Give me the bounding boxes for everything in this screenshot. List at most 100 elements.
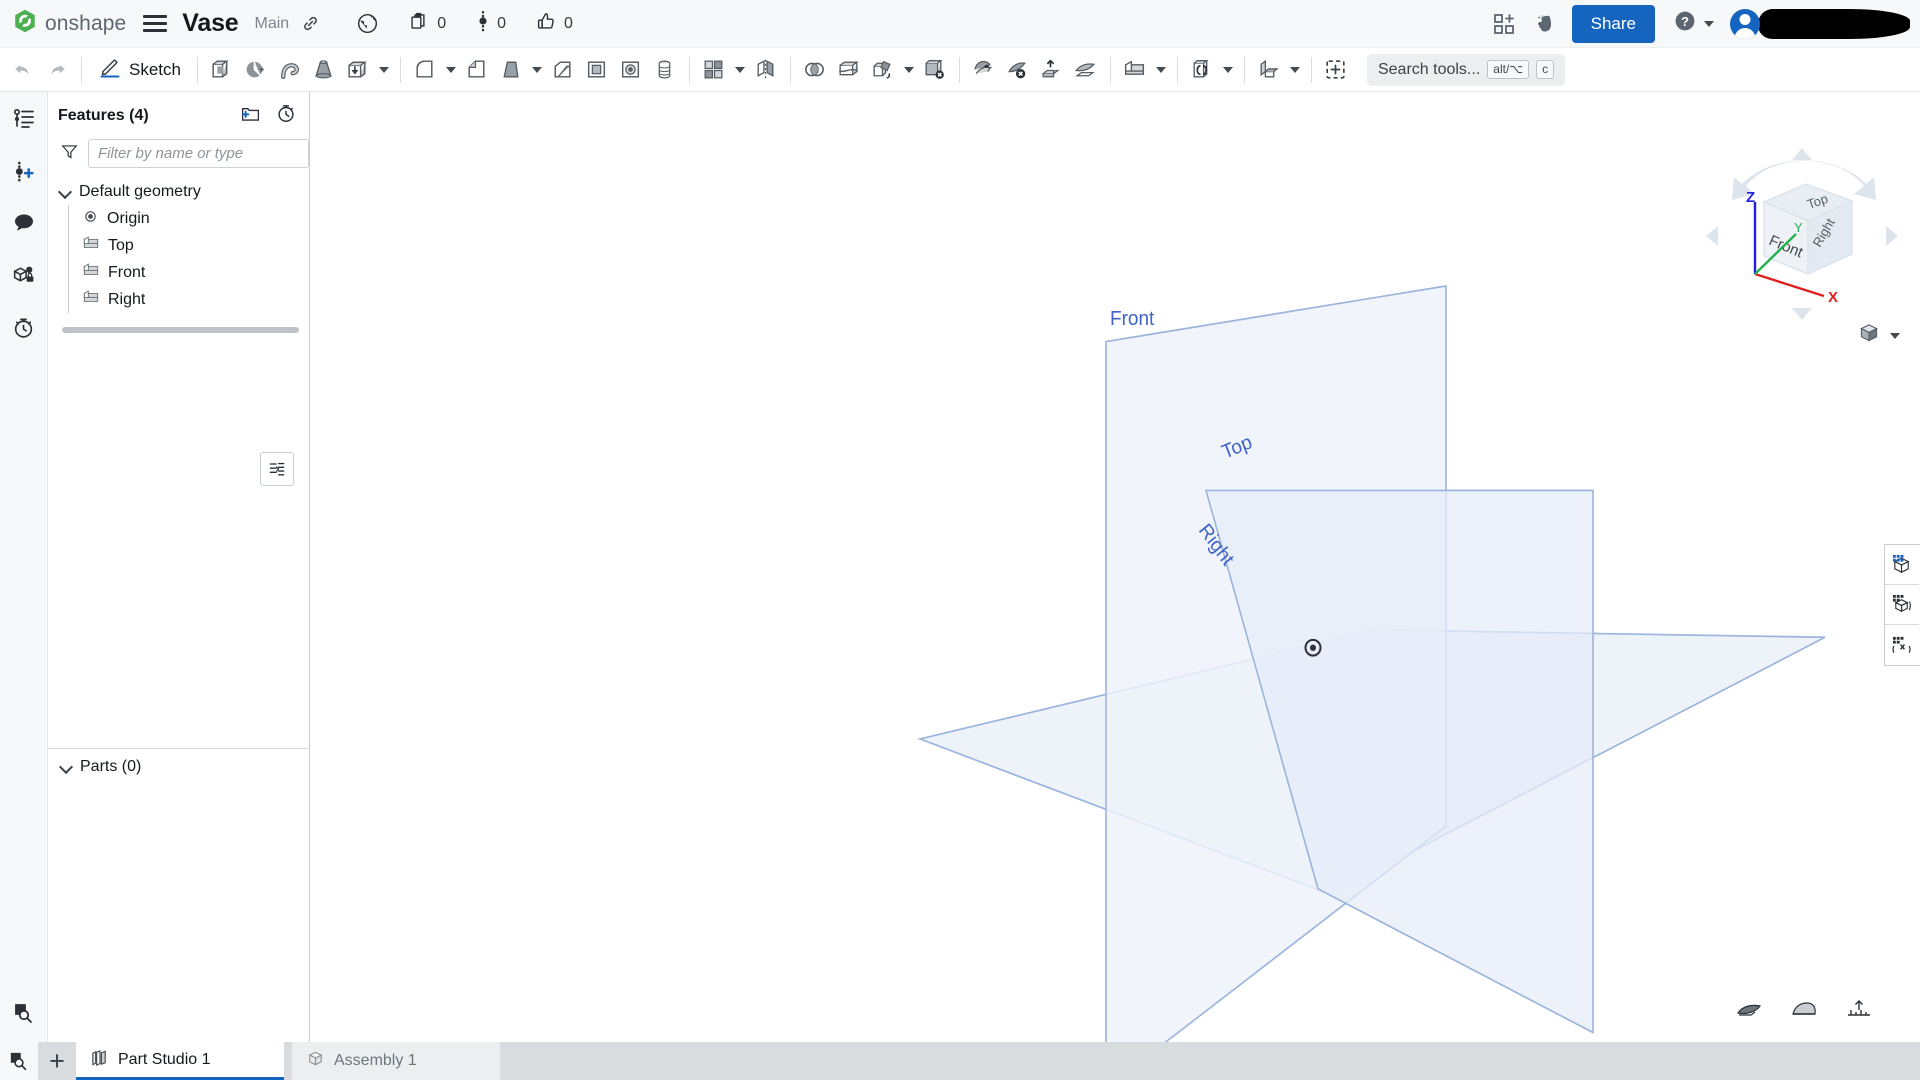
brand[interactable]: onshape <box>12 8 126 39</box>
document-title[interactable]: Vase <box>182 9 238 38</box>
plane-icon[interactable] <box>1118 53 1152 87</box>
add-tab-button[interactable]: + <box>38 1042 76 1080</box>
ai-assistant-brain-icon[interactable] <box>1534 12 1558 36</box>
help-menu[interactable]: ? <box>1673 9 1714 38</box>
axis-z-label: Z <box>1746 189 1755 206</box>
history-clock-icon[interactable] <box>7 310 41 344</box>
delete-part-icon[interactable] <box>918 53 952 87</box>
redo-button[interactable] <box>40 53 74 87</box>
thread-icon[interactable] <box>648 53 682 87</box>
measure-icon[interactable] <box>1846 998 1872 1020</box>
sketch-button[interactable]: Sketch <box>89 51 190 88</box>
offset-surface-icon[interactable] <box>1069 53 1103 87</box>
replace-face-icon[interactable] <box>1035 53 1069 87</box>
search-magnifier-icon[interactable] <box>7 996 41 1030</box>
copies-counter[interactable]: 0 <box>409 11 446 37</box>
link-icon[interactable] <box>301 14 320 33</box>
toolbar-divider <box>81 56 82 83</box>
sketch-label: Sketch <box>129 59 181 79</box>
transform-dropdown-caret-icon[interactable] <box>900 53 918 87</box>
section-view-icon[interactable] <box>1736 998 1762 1020</box>
new-folder-icon[interactable] <box>240 103 261 129</box>
search-tab-icon[interactable] <box>0 1042 38 1080</box>
likes-counter[interactable]: 0 <box>536 11 573 37</box>
chamfer-icon[interactable] <box>460 53 494 87</box>
add-version-icon[interactable] <box>7 154 41 188</box>
plane-icon <box>83 235 99 256</box>
add-app-grid-icon[interactable] <box>1492 12 1516 36</box>
origin-point-icon <box>83 209 98 229</box>
search-tools-box[interactable]: Search tools... alt/⌥ c <box>1366 53 1566 86</box>
panel-spacer <box>48 333 309 748</box>
tab-label: Part Studio 1 <box>118 1050 211 1068</box>
shell-icon[interactable] <box>580 53 614 87</box>
revolve-icon[interactable] <box>239 53 273 87</box>
tree-item-top[interactable]: Top <box>69 232 309 259</box>
sheet-metal-dropdown-caret-icon[interactable] <box>1286 53 1304 87</box>
split-icon[interactable] <box>832 53 866 87</box>
onshape-app: onshape Vase Main 0 0 0 Share ? Sketch S… <box>0 0 1920 1080</box>
rollback-stopwatch-icon[interactable] <box>275 102 297 129</box>
fillet-dropdown-caret-icon[interactable] <box>442 53 460 87</box>
loft-icon[interactable] <box>307 53 341 87</box>
render-mode-icon[interactable] <box>1885 585 1919 625</box>
graphics-viewport[interactable]: Front Top Right Top Front Right Z X Y <box>310 92 1920 1042</box>
tree-group-default-geometry[interactable]: Default geometry <box>56 178 309 205</box>
transform-icon[interactable] <box>866 53 900 87</box>
assembly-icon <box>306 1049 325 1073</box>
viewport-right-tools <box>1884 544 1920 666</box>
mirror-icon[interactable] <box>749 53 783 87</box>
undo-button[interactable] <box>6 53 40 87</box>
toolbar-divider <box>789 56 791 83</box>
draft-dropdown-caret-icon[interactable] <box>528 53 546 87</box>
sweep-icon[interactable] <box>273 53 307 87</box>
part-permissions-icon[interactable]: ? <box>7 258 41 292</box>
tab-label: Assembly 1 <box>334 1052 417 1069</box>
hamburger-menu-icon[interactable] <box>142 11 168 37</box>
variable-dropdown-caret-icon[interactable] <box>1219 53 1237 87</box>
filter-funnel-icon[interactable] <box>60 142 79 166</box>
user-account[interactable] <box>1730 8 1910 39</box>
tab-part-studio-1[interactable]: Part Studio 1 <box>76 1042 284 1080</box>
feature-list-toggle-icon[interactable] <box>260 452 294 486</box>
app-header: onshape Vase Main 0 0 0 Share ? <box>0 0 1920 48</box>
thicken-icon[interactable] <box>341 53 375 87</box>
versions-counter[interactable]: 0 <box>476 9 506 38</box>
parts-section-header[interactable]: Parts (0) <box>48 748 309 784</box>
branch-name[interactable]: Main <box>255 15 290 33</box>
extrude-icon[interactable] <box>205 53 239 87</box>
features-filter-input[interactable] <box>88 139 309 168</box>
globe-public-icon[interactable] <box>356 12 379 35</box>
view-orientation-dropdown[interactable] <box>1856 320 1900 351</box>
move-face-icon[interactable] <box>967 53 1001 87</box>
tree-item-right[interactable]: Right <box>69 286 309 313</box>
fillet-icon[interactable] <box>408 53 442 87</box>
comments-icon[interactable] <box>7 206 41 240</box>
boolean-icon[interactable] <box>798 53 832 87</box>
tab-assembly-1[interactable]: Assembly 1 <box>292 1042 500 1080</box>
view-cube[interactable]: Top Front Right Z X Y <box>1702 144 1910 324</box>
explode-view-icon[interactable] <box>1885 625 1919 665</box>
feature-toolbar: Sketch Search tools... alt/⌥ c <box>0 48 1920 92</box>
copy-document-icon <box>409 11 430 37</box>
left-rail: ? <box>0 92 48 1042</box>
plane-dropdown-caret-icon[interactable] <box>1152 53 1170 87</box>
share-button[interactable]: Share <box>1571 4 1655 43</box>
thicken-dropdown-caret-icon[interactable] <box>375 53 393 87</box>
tree-item-front[interactable]: Front <box>69 259 309 286</box>
pattern-icon[interactable] <box>697 53 731 87</box>
variable-icon[interactable] <box>1185 53 1219 87</box>
display-mode-icon[interactable] <box>1790 998 1818 1020</box>
help-question-icon: ? <box>1673 9 1697 38</box>
pattern-dropdown-caret-icon[interactable] <box>731 53 749 87</box>
version-graph-icon <box>476 9 490 38</box>
tree-item-origin[interactable]: Origin <box>69 205 309 232</box>
feature-list-icon[interactable] <box>7 102 41 136</box>
insert-part-icon[interactable] <box>1319 53 1353 87</box>
hole-icon[interactable] <box>614 53 648 87</box>
delete-face-icon[interactable] <box>1001 53 1035 87</box>
display-state-icon[interactable] <box>1885 545 1919 585</box>
draft-icon[interactable] <box>494 53 528 87</box>
sheet-metal-icon[interactable] <box>1252 53 1286 87</box>
rib-icon[interactable] <box>546 53 580 87</box>
